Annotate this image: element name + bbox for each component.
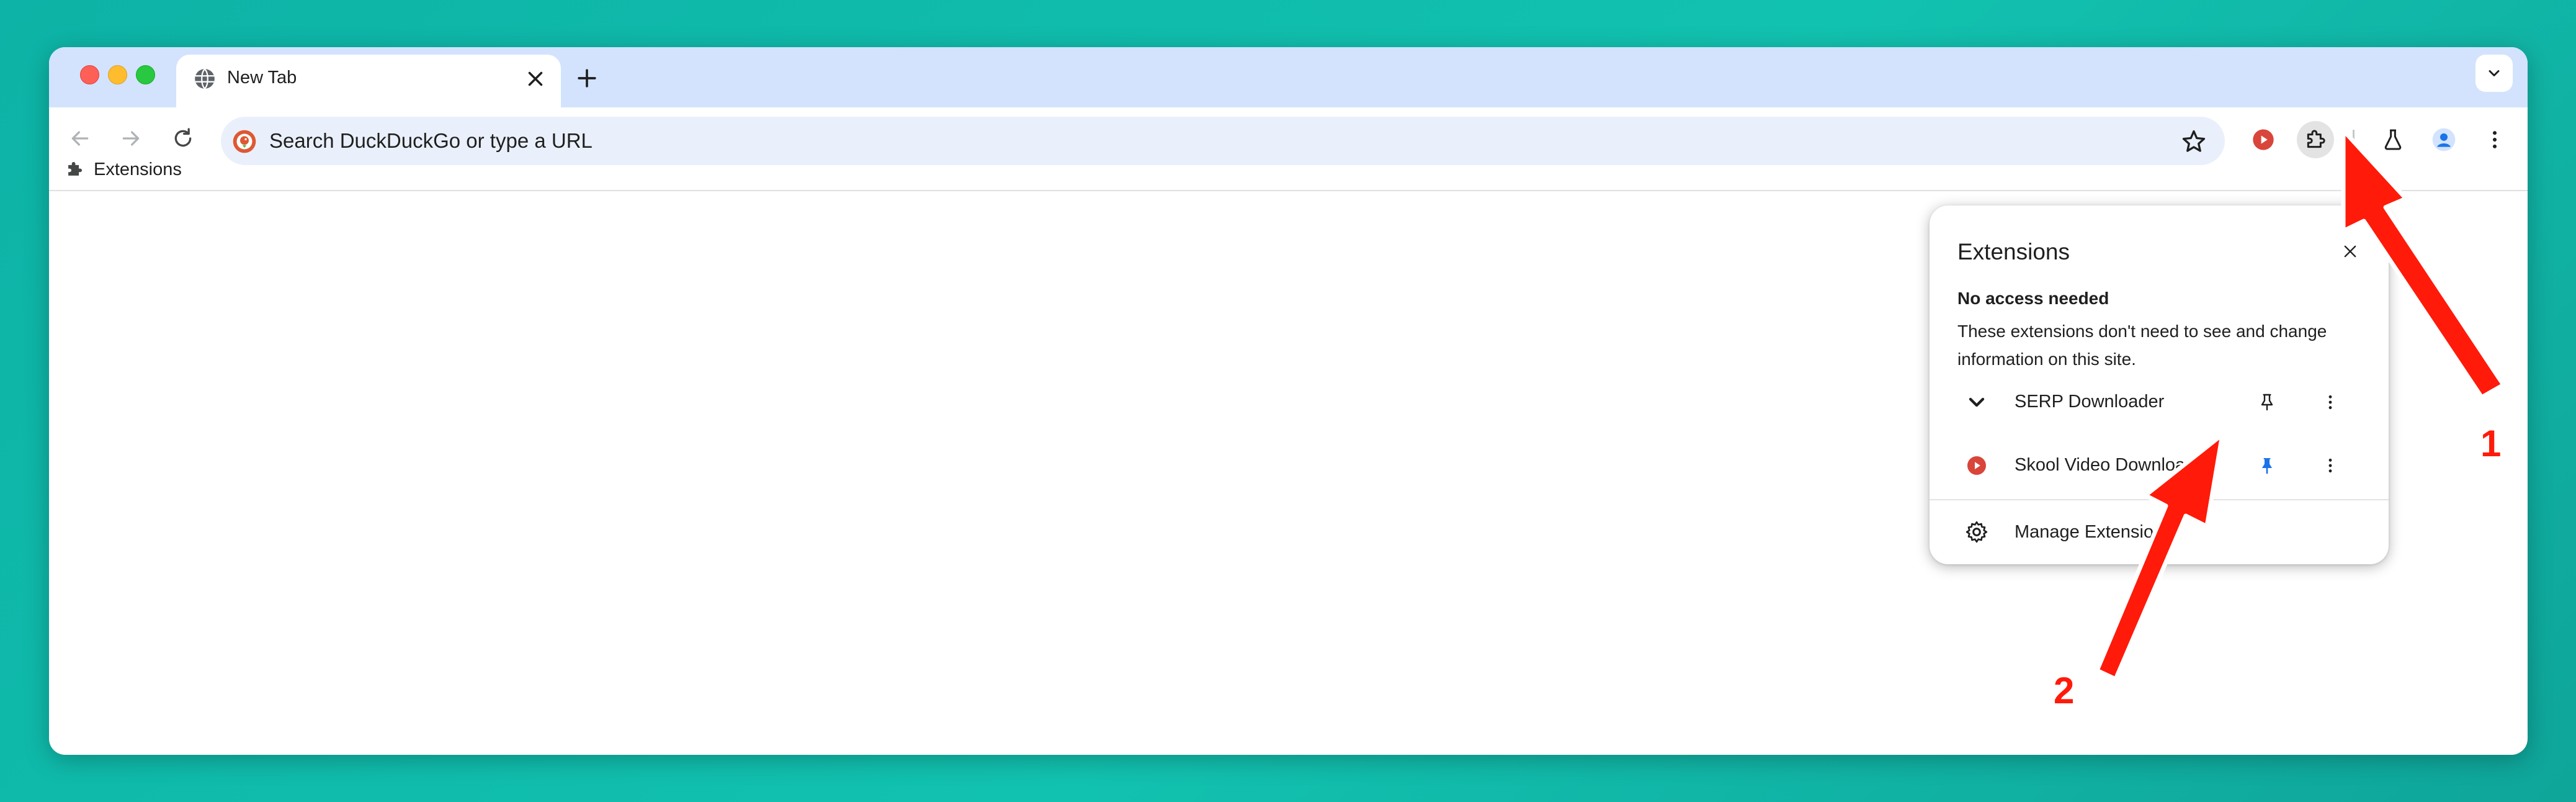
- section-heading: No access needed: [1957, 289, 2109, 308]
- tab-strip: New Tab: [49, 47, 2528, 107]
- tab-title: New Tab: [227, 68, 297, 88]
- pin-button[interactable]: [2252, 387, 2282, 417]
- close-icon: [2344, 245, 2356, 258]
- minimize-window-button[interactable]: [108, 65, 127, 84]
- bookmarks-bar: Extensions: [49, 146, 2528, 191]
- popup-title: Extensions: [1957, 239, 2070, 264]
- browser-window: New Tab Search DuckDuckGo or type a URL …: [49, 47, 2528, 755]
- gear-icon: [1966, 521, 1988, 543]
- bookmark-extensions[interactable]: Extensions: [64, 155, 182, 184]
- more-vert-icon: [2328, 395, 2332, 410]
- popup-close-button[interactable]: [2335, 237, 2365, 266]
- play-circle-icon: [1967, 456, 1986, 475]
- popup-divider: [1930, 499, 2389, 500]
- manage-extensions-label: Manage Extensions: [2015, 522, 2173, 542]
- section-description: These extensions don't need to see and c…: [1957, 322, 2327, 369]
- maximize-window-button[interactable]: [136, 65, 155, 84]
- more-vert-icon: [2328, 458, 2332, 473]
- annotation-label-2: 2: [2054, 670, 2075, 711]
- extension-name: Skool Video Downloader: [2015, 455, 2212, 475]
- extensions-popup: Extensions No access needed These extens…: [1930, 205, 2389, 564]
- new-tab-button[interactable]: [573, 65, 601, 92]
- unpin-button[interactable]: [2252, 451, 2282, 480]
- extension-row-skool-video-downloader[interactable]: Skool Video Downloader: [1930, 436, 2389, 495]
- tab-new-tab[interactable]: New Tab: [176, 55, 561, 107]
- annotation-label-1: 1: [2480, 423, 2502, 464]
- extension-more-button[interactable]: [2315, 451, 2345, 480]
- pin-filled-icon: [2262, 458, 2272, 474]
- bookmark-label: Extensions: [94, 159, 182, 179]
- pin-outline-icon: [2261, 394, 2273, 411]
- manage-extensions-button[interactable]: Manage Extensions: [1930, 501, 2389, 563]
- close-window-button[interactable]: [80, 65, 99, 84]
- tab-search-button[interactable]: [2475, 55, 2513, 92]
- extension-more-button[interactable]: [2315, 387, 2345, 417]
- chevron-down-icon[interactable]: [1964, 390, 1989, 415]
- extension-name: SERP Downloader: [2015, 392, 2165, 412]
- extension-row-serp-downloader[interactable]: SERP Downloader: [1930, 372, 2389, 432]
- close-tab-icon[interactable]: [524, 67, 547, 91]
- puzzle-icon: [68, 161, 83, 176]
- chevron-down-icon: [2489, 70, 2500, 76]
- globe-icon: [195, 68, 215, 89]
